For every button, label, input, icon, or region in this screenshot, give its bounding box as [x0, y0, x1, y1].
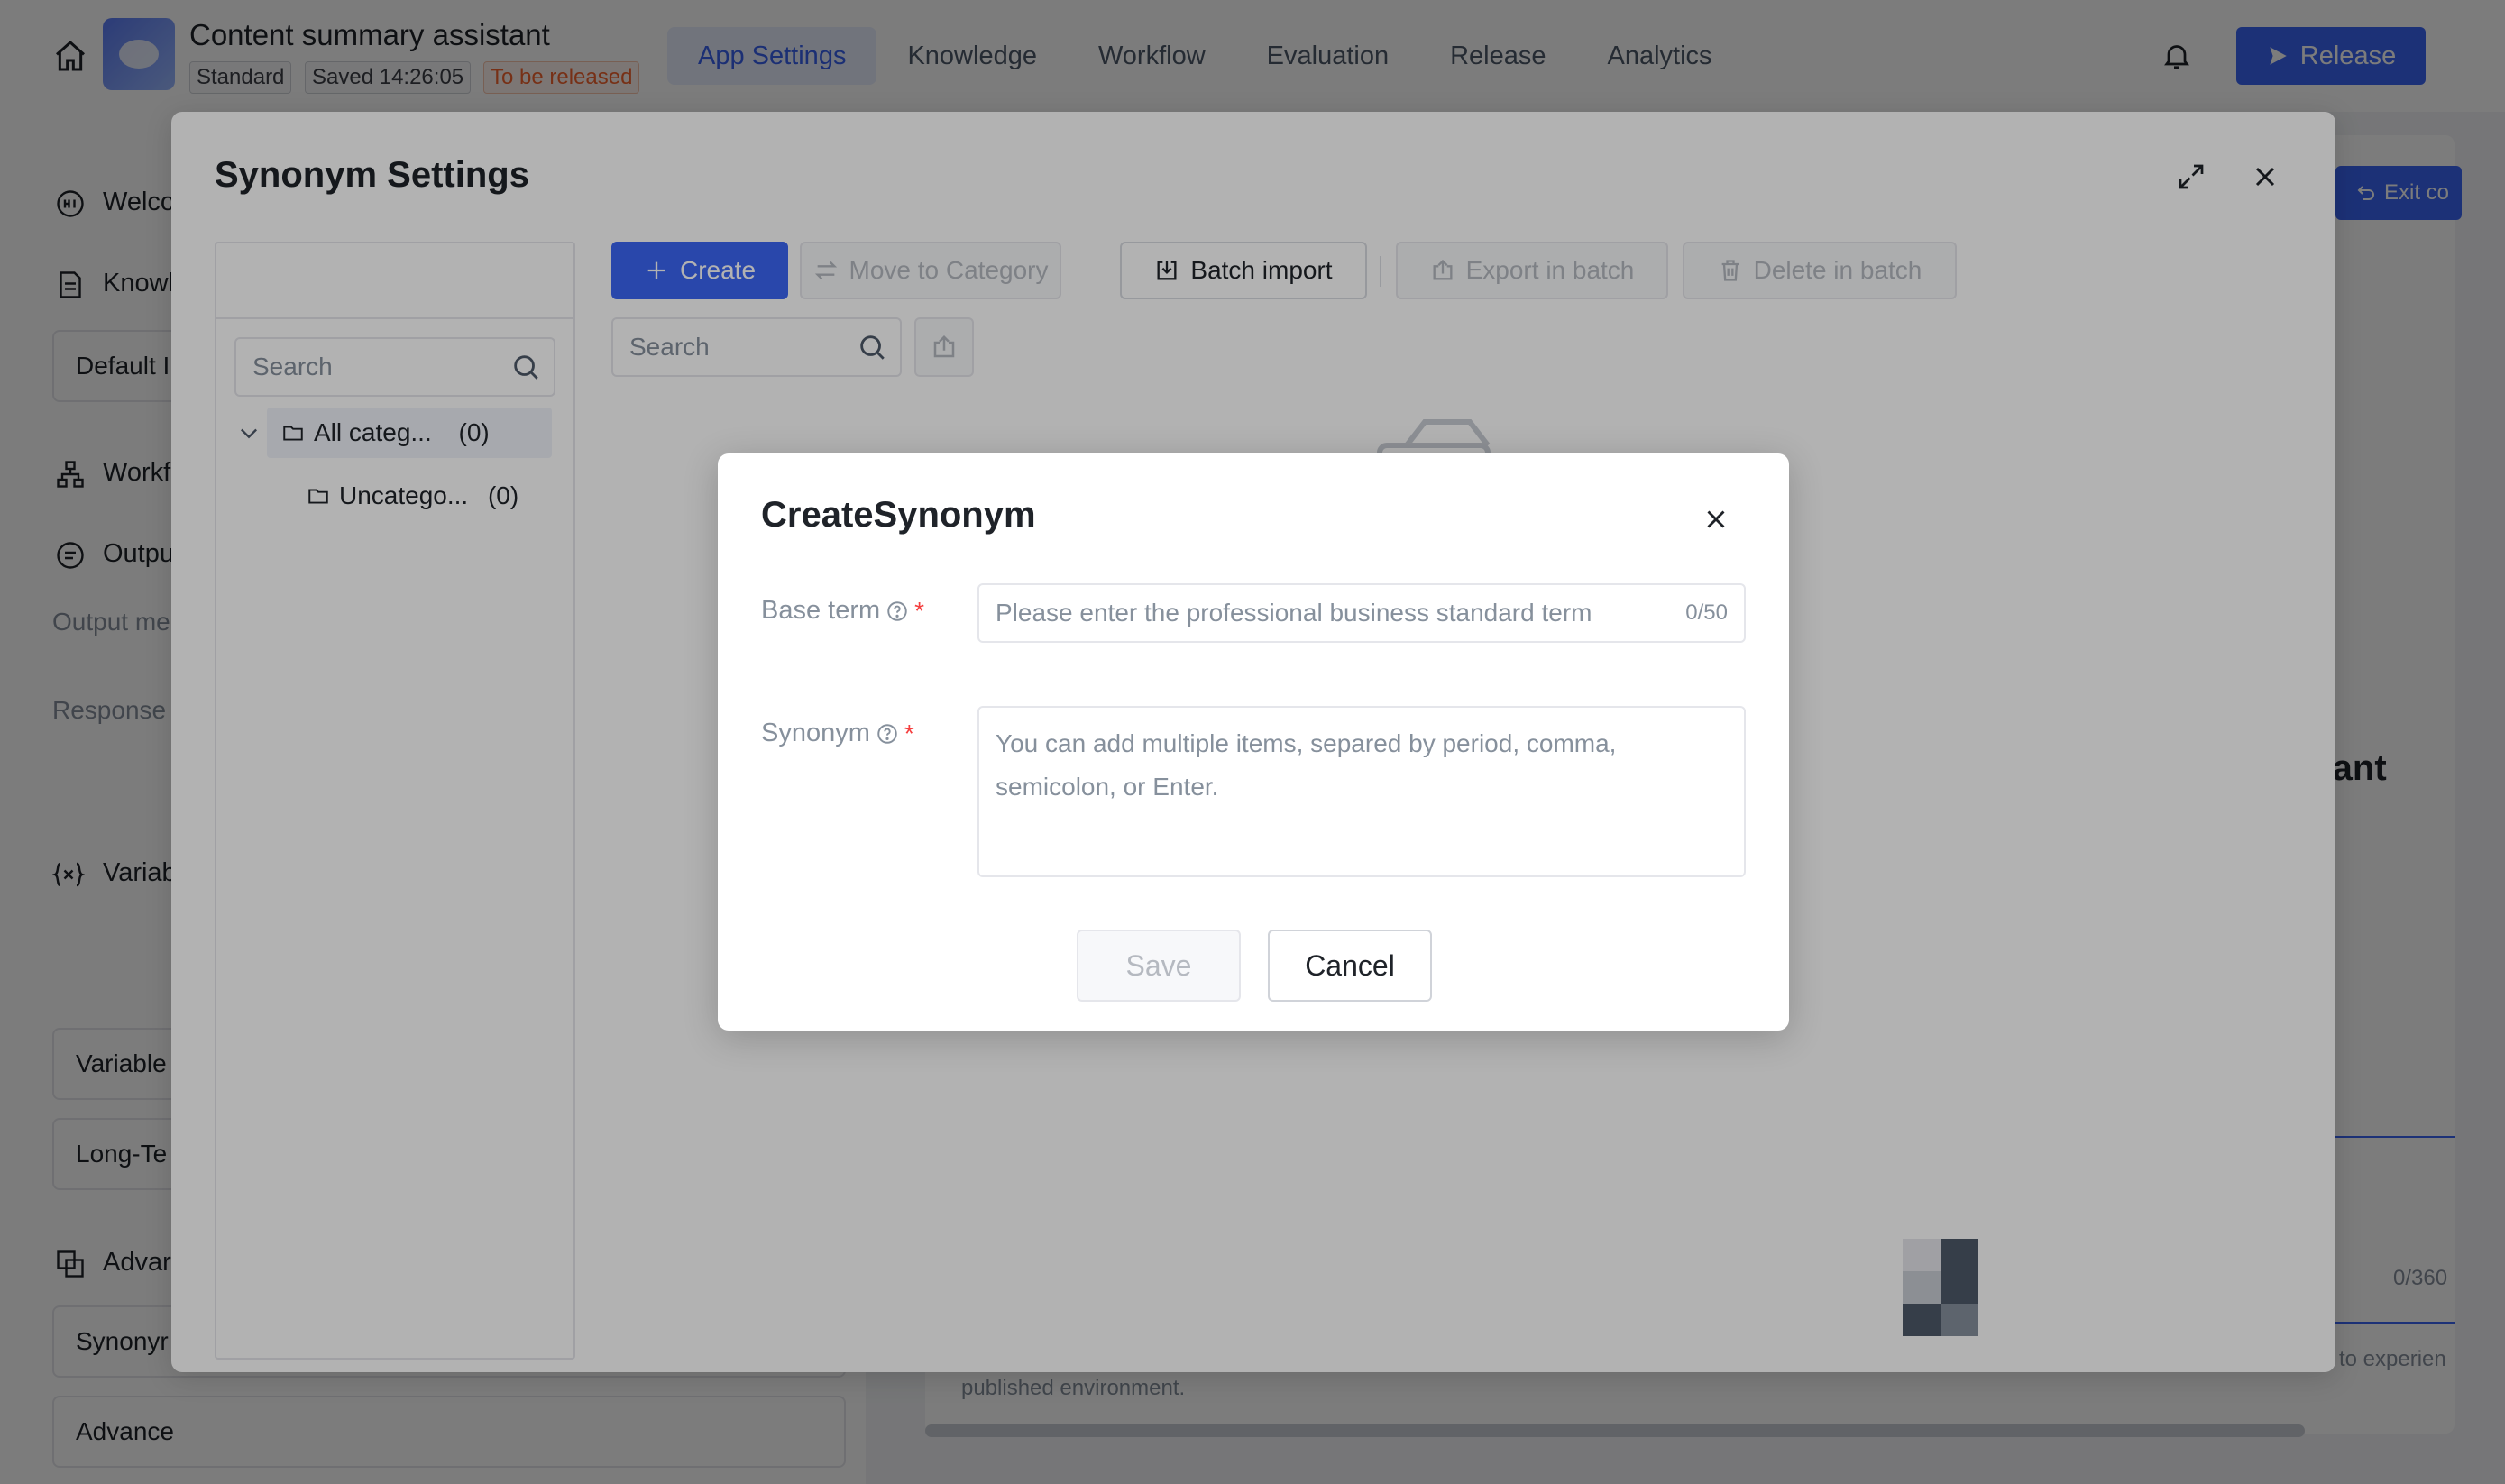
base-term-placeholder: Please enter the professional business s…	[996, 599, 1592, 627]
synonym-label: Synonym *	[761, 719, 914, 748]
synonym-placeholder: You can add multiple items, separed by p…	[996, 729, 1617, 801]
help-icon[interactable]	[885, 600, 909, 623]
synonym-label-text: Synonym	[761, 719, 870, 747]
close-icon[interactable]	[1701, 504, 1731, 535]
help-icon[interactable]	[876, 722, 899, 746]
base-term-input[interactable]: Please enter the professional business s…	[977, 583, 1746, 643]
save-button[interactable]: Save	[1077, 930, 1241, 1002]
base-term-label: Base term *	[761, 596, 924, 626]
create-synonym-title: CreateSynonym	[761, 495, 1036, 535]
create-synonym-modal: CreateSynonym Base term * Please enter t…	[718, 453, 1789, 1031]
required-mark: *	[914, 596, 925, 625]
synonym-textarea[interactable]: You can add multiple items, separed by p…	[977, 706, 1746, 877]
base-term-char-count: 0/50	[1685, 600, 1728, 625]
required-mark: *	[904, 719, 914, 747]
base-term-label-text: Base term	[761, 596, 881, 625]
cancel-button[interactable]: Cancel	[1268, 930, 1432, 1002]
